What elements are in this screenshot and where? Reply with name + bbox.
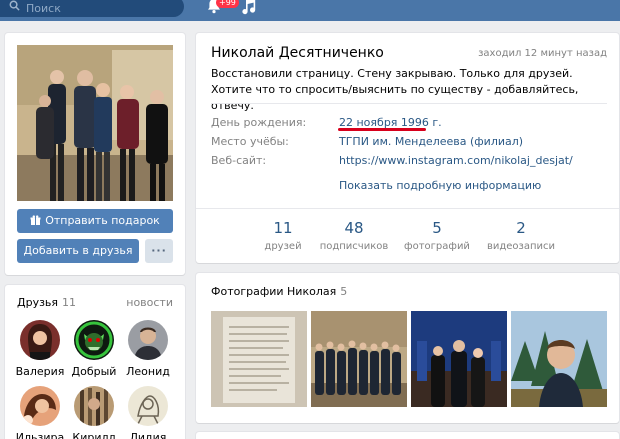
friend-name[interactable]: Кирилл bbox=[68, 431, 120, 439]
field-label: Веб-сайт: bbox=[211, 154, 267, 167]
add-friend-label: Добавить в друзья bbox=[23, 244, 133, 257]
friends-title[interactable]: Друзья bbox=[17, 296, 58, 309]
friend-name[interactable]: Леонид bbox=[122, 365, 174, 378]
friend-name[interactable]: Валерия bbox=[14, 365, 66, 378]
show-more-info-link[interactable]: Показать подробную информацию bbox=[339, 179, 541, 192]
education-link[interactable]: ТГПИ им. Менделеева (филиал) bbox=[339, 135, 523, 148]
friends-card: Друзья 11 новости Валерия Добрый Леонид И… bbox=[5, 285, 185, 439]
photo-thumbnail[interactable] bbox=[511, 311, 607, 407]
field-label: День рождения: bbox=[211, 116, 307, 129]
counter-videos[interactable]: 2 видеозаписи bbox=[481, 219, 561, 252]
send-gift-button[interactable]: Отправить подарок bbox=[17, 209, 173, 233]
counter-label: подписчиков bbox=[319, 241, 389, 252]
more-actions-label: ··· bbox=[151, 244, 167, 257]
counter-value: 2 bbox=[516, 219, 526, 237]
friend-avatar[interactable] bbox=[20, 320, 60, 360]
friends-header: Друзья 11 новости bbox=[17, 296, 173, 309]
group-photo bbox=[17, 45, 173, 201]
profile-counters: 11 друзей 48 подписчиков 5 фотографий 2 … bbox=[196, 208, 619, 263]
friend-name[interactable]: Добрый bbox=[68, 365, 120, 378]
search-icon bbox=[9, 0, 20, 11]
friend-item[interactable]: Ильзира bbox=[14, 386, 66, 439]
photo-thumbnail[interactable] bbox=[211, 311, 307, 407]
friends-count: 11 bbox=[62, 296, 77, 309]
photos-header[interactable]: Фотографии Николая 5 bbox=[211, 285, 347, 298]
counter-followers[interactable]: 48 подписчиков bbox=[314, 219, 394, 252]
notifications-badge: +99 bbox=[216, 0, 239, 8]
counter-label: друзей bbox=[264, 241, 302, 252]
friend-name[interactable]: Лидия bbox=[122, 431, 174, 439]
add-friend-button[interactable]: Добавить в друзья bbox=[17, 239, 139, 263]
highlight-underline bbox=[338, 128, 426, 131]
friend-avatar[interactable] bbox=[20, 386, 60, 426]
counter-value: 5 bbox=[432, 219, 442, 237]
field-label: Место учёбы: bbox=[211, 135, 289, 148]
friend-item[interactable]: Валерия bbox=[14, 320, 66, 378]
counter-value: 11 bbox=[273, 219, 293, 237]
photos-title: Фотографии Николая bbox=[211, 285, 337, 298]
divider bbox=[211, 103, 607, 104]
counter-label: видеозаписи bbox=[486, 241, 556, 252]
bottom-card bbox=[196, 432, 619, 439]
counter-friends[interactable]: 11 друзей bbox=[243, 219, 323, 252]
gift-icon bbox=[30, 215, 41, 226]
music-icon[interactable] bbox=[240, 0, 256, 15]
send-gift-label: Отправить подарок bbox=[45, 214, 160, 227]
search-input[interactable]: Поиск bbox=[0, 0, 184, 17]
photos-count: 5 bbox=[340, 285, 348, 298]
website-link[interactable]: https://www.instagram.com/nikolaj_desjat… bbox=[339, 154, 573, 167]
friend-avatar[interactable] bbox=[128, 320, 168, 360]
friend-item[interactable]: Кирилл bbox=[68, 386, 120, 439]
photo-thumbnail[interactable] bbox=[411, 311, 507, 407]
friend-avatar[interactable] bbox=[74, 320, 114, 360]
profile-photo-card: Отправить подарок Добавить в друзья ··· bbox=[5, 33, 185, 275]
friend-item[interactable]: Лидия bbox=[122, 386, 174, 439]
search-placeholder: Поиск bbox=[26, 2, 61, 15]
friend-name[interactable]: Ильзира bbox=[14, 431, 66, 439]
friend-avatar[interactable] bbox=[74, 386, 114, 426]
counter-photos[interactable]: 5 фотографий bbox=[397, 219, 477, 252]
more-actions-button[interactable]: ··· bbox=[145, 239, 173, 263]
counter-label: фотографий bbox=[404, 241, 470, 252]
profile-name: Николай Десятниченко bbox=[211, 45, 384, 61]
friend-item[interactable]: Добрый bbox=[68, 320, 120, 378]
last-seen-status: заходил 12 минут назад bbox=[478, 48, 607, 59]
profile-status-text: Восстановили страницу. Стену закрываю. Т… bbox=[211, 67, 579, 112]
friend-item[interactable]: Леонид bbox=[122, 320, 174, 378]
counter-value: 48 bbox=[344, 219, 364, 237]
friend-avatar[interactable] bbox=[128, 386, 168, 426]
profile-avatar[interactable] bbox=[17, 45, 173, 201]
profile-info-card: Николай Десятниченко заходил 12 минут на… bbox=[196, 33, 619, 263]
photo-thumbnail[interactable] bbox=[311, 311, 407, 407]
photos-card: Фотографии Николая 5 bbox=[196, 273, 619, 423]
friends-news-tab[interactable]: новости bbox=[126, 296, 173, 309]
top-bar: Поиск +99 bbox=[0, 0, 620, 21]
